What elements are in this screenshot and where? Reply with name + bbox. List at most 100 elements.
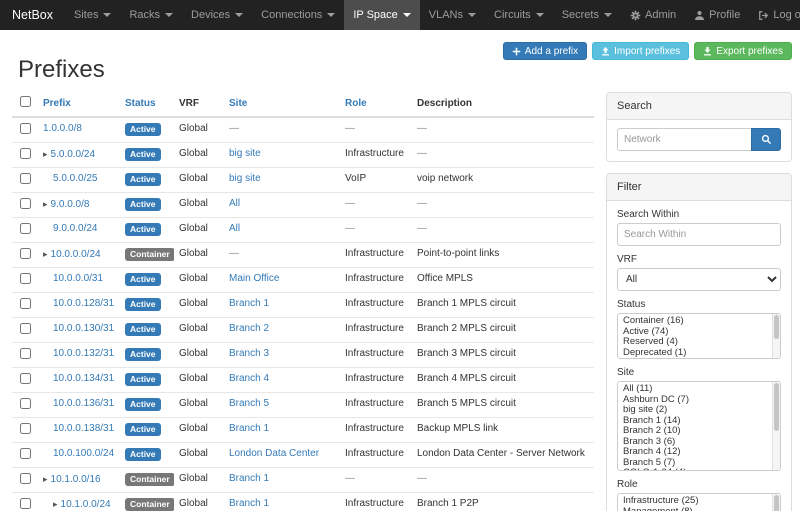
scrollbar-thumb[interactable] xyxy=(774,495,779,511)
search-button[interactable] xyxy=(751,128,781,151)
site-link[interactable]: Branch 1 xyxy=(229,498,269,509)
search-within-input[interactable] xyxy=(617,223,781,246)
table-row: 10.0.0.138/31ActiveGlobalBranch 1Infrast… xyxy=(12,418,594,443)
gear-icon xyxy=(630,10,641,21)
nav-item-sites[interactable]: Sites xyxy=(65,0,120,30)
site-link[interactable]: Branch 1 xyxy=(229,298,269,309)
prefix-link[interactable]: 10.0.0.132/31 xyxy=(53,348,114,359)
site-link[interactable]: big site xyxy=(229,148,261,159)
site-link[interactable]: Branch 3 xyxy=(229,348,269,359)
site-link[interactable]: All xyxy=(229,223,240,234)
description-cell: Office MPLS xyxy=(412,268,594,293)
nav-item-devices[interactable]: Devices xyxy=(182,0,252,30)
row-checkbox[interactable] xyxy=(20,173,31,184)
nav-item-admin[interactable]: Admin xyxy=(621,0,685,30)
listbox-option[interactable]: COLO-1-24 (4) xyxy=(618,468,780,471)
site-listbox[interactable]: All (11)Ashburn DC (7)big site (2)Branch… xyxy=(617,381,781,471)
site-link[interactable]: Branch 2 xyxy=(229,323,269,334)
scrollbar-thumb[interactable] xyxy=(774,315,779,339)
listbox-option[interactable]: Reserved (4) xyxy=(618,337,780,348)
scrollbar[interactable] xyxy=(772,494,780,511)
select-all-checkbox[interactable] xyxy=(20,96,31,107)
listbox-option[interactable]: All (11) xyxy=(618,384,780,395)
status-label: Status xyxy=(617,299,781,310)
listbox-option[interactable]: big site (2) xyxy=(618,405,780,416)
column-header-prefix[interactable]: Prefix xyxy=(38,92,120,117)
site-link[interactable]: Branch 4 xyxy=(229,373,269,384)
row-checkbox[interactable] xyxy=(20,423,31,434)
brand[interactable]: NetBox xyxy=(0,0,65,30)
site-link[interactable]: All xyxy=(229,198,240,209)
prefix-link[interactable]: 5.0.0.0/25 xyxy=(53,173,97,184)
scrollbar[interactable] xyxy=(772,382,780,470)
site-link[interactable]: Branch 5 xyxy=(229,398,269,409)
row-checkbox[interactable] xyxy=(20,298,31,309)
row-checkbox[interactable] xyxy=(20,123,31,134)
description-cell: — xyxy=(412,193,594,218)
prefix-link[interactable]: 10.1.0.0/24 xyxy=(61,499,111,510)
import-prefixes-button[interactable]: Import prefixes xyxy=(592,42,689,60)
nav-item-profile[interactable]: Profile xyxy=(685,0,749,30)
listbox-option[interactable]: Branch 2 (10) xyxy=(618,426,780,437)
row-checkbox[interactable] xyxy=(20,498,31,509)
listbox-option[interactable]: Deprecated (1) xyxy=(618,348,780,359)
prefix-link[interactable]: 5.0.0.0/24 xyxy=(51,149,95,160)
site-link[interactable]: Branch 1 xyxy=(229,423,269,434)
listbox-option[interactable]: Container (16) xyxy=(618,316,780,327)
column-header-role[interactable]: Role xyxy=(340,92,412,117)
nav-item-vlans[interactable]: VLANs xyxy=(420,0,485,30)
row-checkbox[interactable] xyxy=(20,348,31,359)
nav-item-circuits[interactable]: Circuits xyxy=(485,0,553,30)
add-a-prefix-button[interactable]: Add a prefix xyxy=(503,42,587,60)
row-checkbox[interactable] xyxy=(20,448,31,459)
prefix-link[interactable]: 1.0.0.0/8 xyxy=(43,123,82,134)
nav-item-label: Connections xyxy=(261,9,322,21)
prefix-link[interactable]: 10.0.0.138/31 xyxy=(53,423,114,434)
nav-item-ip-space[interactable]: IP Space xyxy=(344,0,419,30)
row-checkbox[interactable] xyxy=(20,323,31,334)
nav-item-secrets[interactable]: Secrets xyxy=(553,0,621,30)
nav-item-racks[interactable]: Racks xyxy=(120,0,182,30)
search-input-group xyxy=(617,128,781,151)
checkbox-cell xyxy=(12,193,38,218)
nav-item-log-out[interactable]: Log out xyxy=(749,0,800,30)
row-checkbox[interactable] xyxy=(20,273,31,284)
row-checkbox[interactable] xyxy=(20,473,31,484)
listbox-option[interactable]: Infrastructure (25) xyxy=(618,496,780,507)
site-link[interactable]: London Data Center xyxy=(229,448,319,459)
site-link[interactable]: Main Office xyxy=(229,273,279,284)
scrollbar-thumb[interactable] xyxy=(774,383,779,431)
row-checkbox[interactable] xyxy=(20,248,31,259)
status-badge: Active xyxy=(125,198,161,211)
row-checkbox[interactable] xyxy=(20,398,31,409)
prefix-link[interactable]: 10.0.0.128/31 xyxy=(53,298,114,309)
listbox-option[interactable]: Branch 4 (12) xyxy=(618,447,780,458)
site-link[interactable]: Branch 1 xyxy=(229,473,269,484)
status-cell: Active xyxy=(120,393,174,418)
site-link[interactable]: big site xyxy=(229,173,261,184)
row-checkbox[interactable] xyxy=(20,223,31,234)
prefix-link[interactable]: 10.0.0.134/31 xyxy=(53,373,114,384)
row-checkbox[interactable] xyxy=(20,373,31,384)
vrf-cell: Global xyxy=(174,393,224,418)
prefix-link[interactable]: 10.0.100.0/24 xyxy=(53,448,114,459)
prefix-link[interactable]: 9.0.0.0/24 xyxy=(53,223,97,234)
column-header-site[interactable]: Site xyxy=(224,92,340,117)
prefix-link[interactable]: 10.0.0.136/31 xyxy=(53,398,114,409)
nav-item-connections[interactable]: Connections xyxy=(252,0,344,30)
role-listbox[interactable]: Infrastructure (25)Management (8)Private… xyxy=(617,493,781,511)
row-checkbox[interactable] xyxy=(20,198,31,209)
row-checkbox[interactable] xyxy=(20,148,31,159)
prefix-link[interactable]: 10.0.0.0/31 xyxy=(53,273,103,284)
search-input[interactable] xyxy=(617,128,751,151)
vrf-select[interactable]: All xyxy=(617,268,781,291)
status-listbox[interactable]: Container (16)Active (74)Reserved (4)Dep… xyxy=(617,313,781,359)
scrollbar[interactable] xyxy=(772,314,780,358)
prefix-link[interactable]: 10.0.0.0/24 xyxy=(51,249,101,260)
prefix-link[interactable]: 10.0.0.130/31 xyxy=(53,323,114,334)
prefix-link[interactable]: 9.0.0.0/8 xyxy=(51,199,90,210)
column-header-status[interactable]: Status xyxy=(120,92,174,117)
prefix-link[interactable]: 10.1.0.0/16 xyxy=(51,474,101,485)
listbox-option[interactable]: Management (8) xyxy=(618,507,780,511)
export-prefixes-button[interactable]: Export prefixes xyxy=(694,42,792,60)
